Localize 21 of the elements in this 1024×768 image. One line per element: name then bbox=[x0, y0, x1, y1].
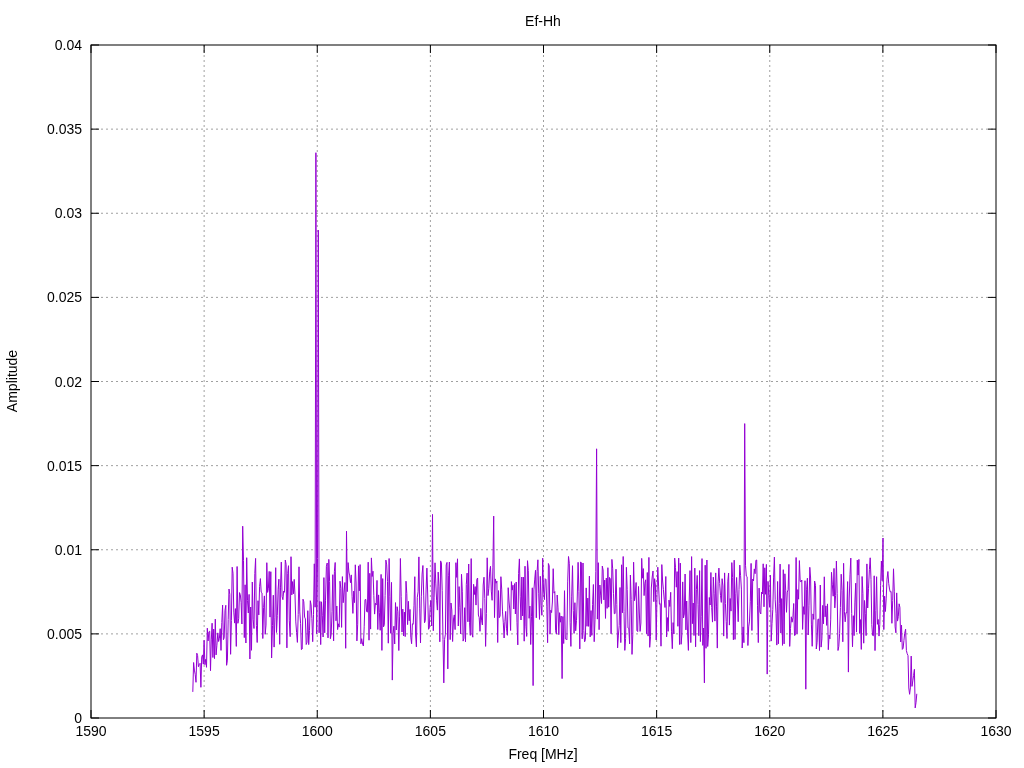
x-tick-label: 1595 bbox=[188, 723, 220, 739]
y-tick-label: 0 bbox=[74, 710, 82, 726]
y-tick-label: 0.02 bbox=[54, 373, 82, 390]
y-tick-label: 0.04 bbox=[54, 37, 82, 53]
x-tick-label: 1625 bbox=[867, 723, 899, 739]
chart-title: Ef-Hh bbox=[525, 13, 561, 29]
x-tick-label: 1620 bbox=[754, 723, 786, 739]
y-tick-label: 0.025 bbox=[46, 289, 82, 306]
x-tick-label: 1605 bbox=[414, 723, 446, 739]
y-axis-label: Amplitude bbox=[4, 349, 20, 413]
y-tick-label: 0.015 bbox=[46, 457, 82, 474]
x-tick-label: 1600 bbox=[301, 723, 333, 739]
y-tick-label: 0.005 bbox=[46, 625, 82, 642]
x-tick-label: 1610 bbox=[527, 723, 560, 739]
y-tick-label: 0.01 bbox=[54, 541, 82, 558]
x-tick-label: 1630 bbox=[980, 723, 1012, 739]
y-tick-label: 0.03 bbox=[54, 205, 82, 222]
x-axis-label: Freq [MHz] bbox=[508, 746, 578, 762]
x-tick-label: 1590 bbox=[75, 723, 107, 739]
x-tick-label: 1615 bbox=[641, 723, 673, 739]
y-tick-label: 0.035 bbox=[46, 121, 82, 138]
